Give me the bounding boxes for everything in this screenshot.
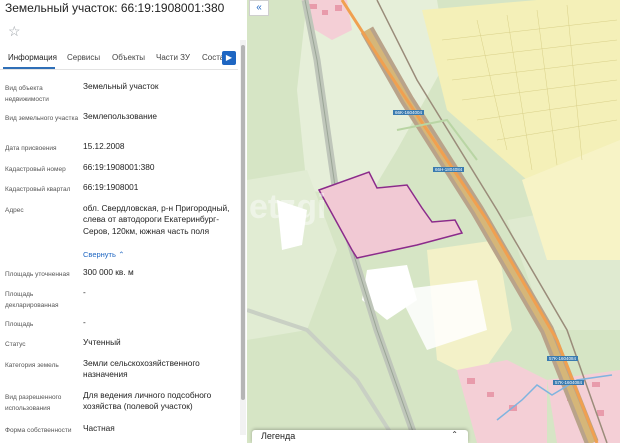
tab-parts[interactable]: Части ЗУ: [156, 53, 190, 62]
star-outline-icon[interactable]: ☆: [8, 23, 21, 40]
field-label: Вид земельного участка: [5, 115, 79, 122]
field-value: 66:19:1908001:380: [83, 162, 155, 172]
collapse-address-link[interactable]: Свернуть ⌃: [83, 249, 233, 260]
field-label: Кадастровый квартал: [5, 186, 71, 193]
route-label: 57K-1604084: [553, 380, 585, 385]
map-view[interactable]: etzgi 66K-1604004 66H-1804084 57K-160408…: [247, 0, 620, 443]
field-label: Категория земель: [5, 362, 59, 369]
double-chevron-left-icon[interactable]: «: [249, 0, 269, 16]
field-value: Учтенный: [83, 337, 121, 347]
chevron-up-icon[interactable]: ⌃: [451, 430, 458, 439]
tab-composition[interactable]: Состав: [202, 53, 222, 62]
tab-info[interactable]: Информация: [8, 53, 57, 62]
watermark-logo: etzgi: [249, 188, 327, 226]
field-value: обл. Свердловская, р-н Пригородный, слев…: [83, 203, 230, 236]
field-value: 300 000 кв. м: [83, 267, 134, 277]
collapse-link-label[interactable]: Свернуть: [83, 250, 116, 259]
route-label: 66K-1604004: [393, 110, 425, 115]
field-label: Кадастровый номер: [5, 166, 66, 173]
field-value: Для ведения личного подсобного хозяйства…: [83, 390, 212, 412]
field-label: Площадь уточненная: [5, 271, 70, 278]
field-value: -: [83, 317, 86, 327]
field-label: Адрес: [5, 207, 24, 214]
field-value: 15.12.2008: [83, 141, 125, 151]
page-title: Земельный участок: 66:19:1908001:380: [5, 1, 225, 15]
route-label: 57K-1604084: [547, 356, 579, 361]
tab-services[interactable]: Сервисы: [67, 53, 100, 62]
field-value: Земли сельскохозяйственного назначения: [83, 358, 200, 380]
info-panel: Земельный участок: 66:19:1908001:380 ☆ И…: [0, 0, 247, 443]
route-label: 66H-1804084: [433, 167, 465, 172]
field-label: Площадь: [5, 321, 34, 328]
chevron-up-icon[interactable]: ⌃: [118, 250, 124, 259]
tab-objects[interactable]: Объекты: [112, 53, 145, 62]
legend-bar[interactable]: Легенда ⌃: [252, 430, 468, 443]
field-value: Частная: [83, 423, 115, 433]
legend-label: Легенда: [261, 431, 296, 441]
field-value: 66:19:1908001: [83, 182, 139, 192]
field-label: Дата присвоения: [5, 145, 57, 152]
field-label: Форма собственности: [5, 427, 72, 434]
active-tab-indicator: [3, 67, 55, 69]
field-label: Вид объекта недвижимости: [5, 85, 49, 103]
field-label: Статус: [5, 341, 26, 348]
scrollbar-thumb[interactable]: [241, 45, 245, 400]
field-label: Вид разрешенного использования: [5, 394, 62, 412]
field-value: Земельный участок: [83, 81, 159, 91]
field-value: Землепользование: [83, 111, 157, 121]
field-label: Площадь декларированная: [5, 291, 59, 309]
field-value: -: [83, 287, 86, 297]
tab-bar: Информация Сервисы Объекты Части ЗУ Сост…: [0, 47, 238, 70]
chevron-right-icon[interactable]: ▶: [222, 51, 236, 65]
